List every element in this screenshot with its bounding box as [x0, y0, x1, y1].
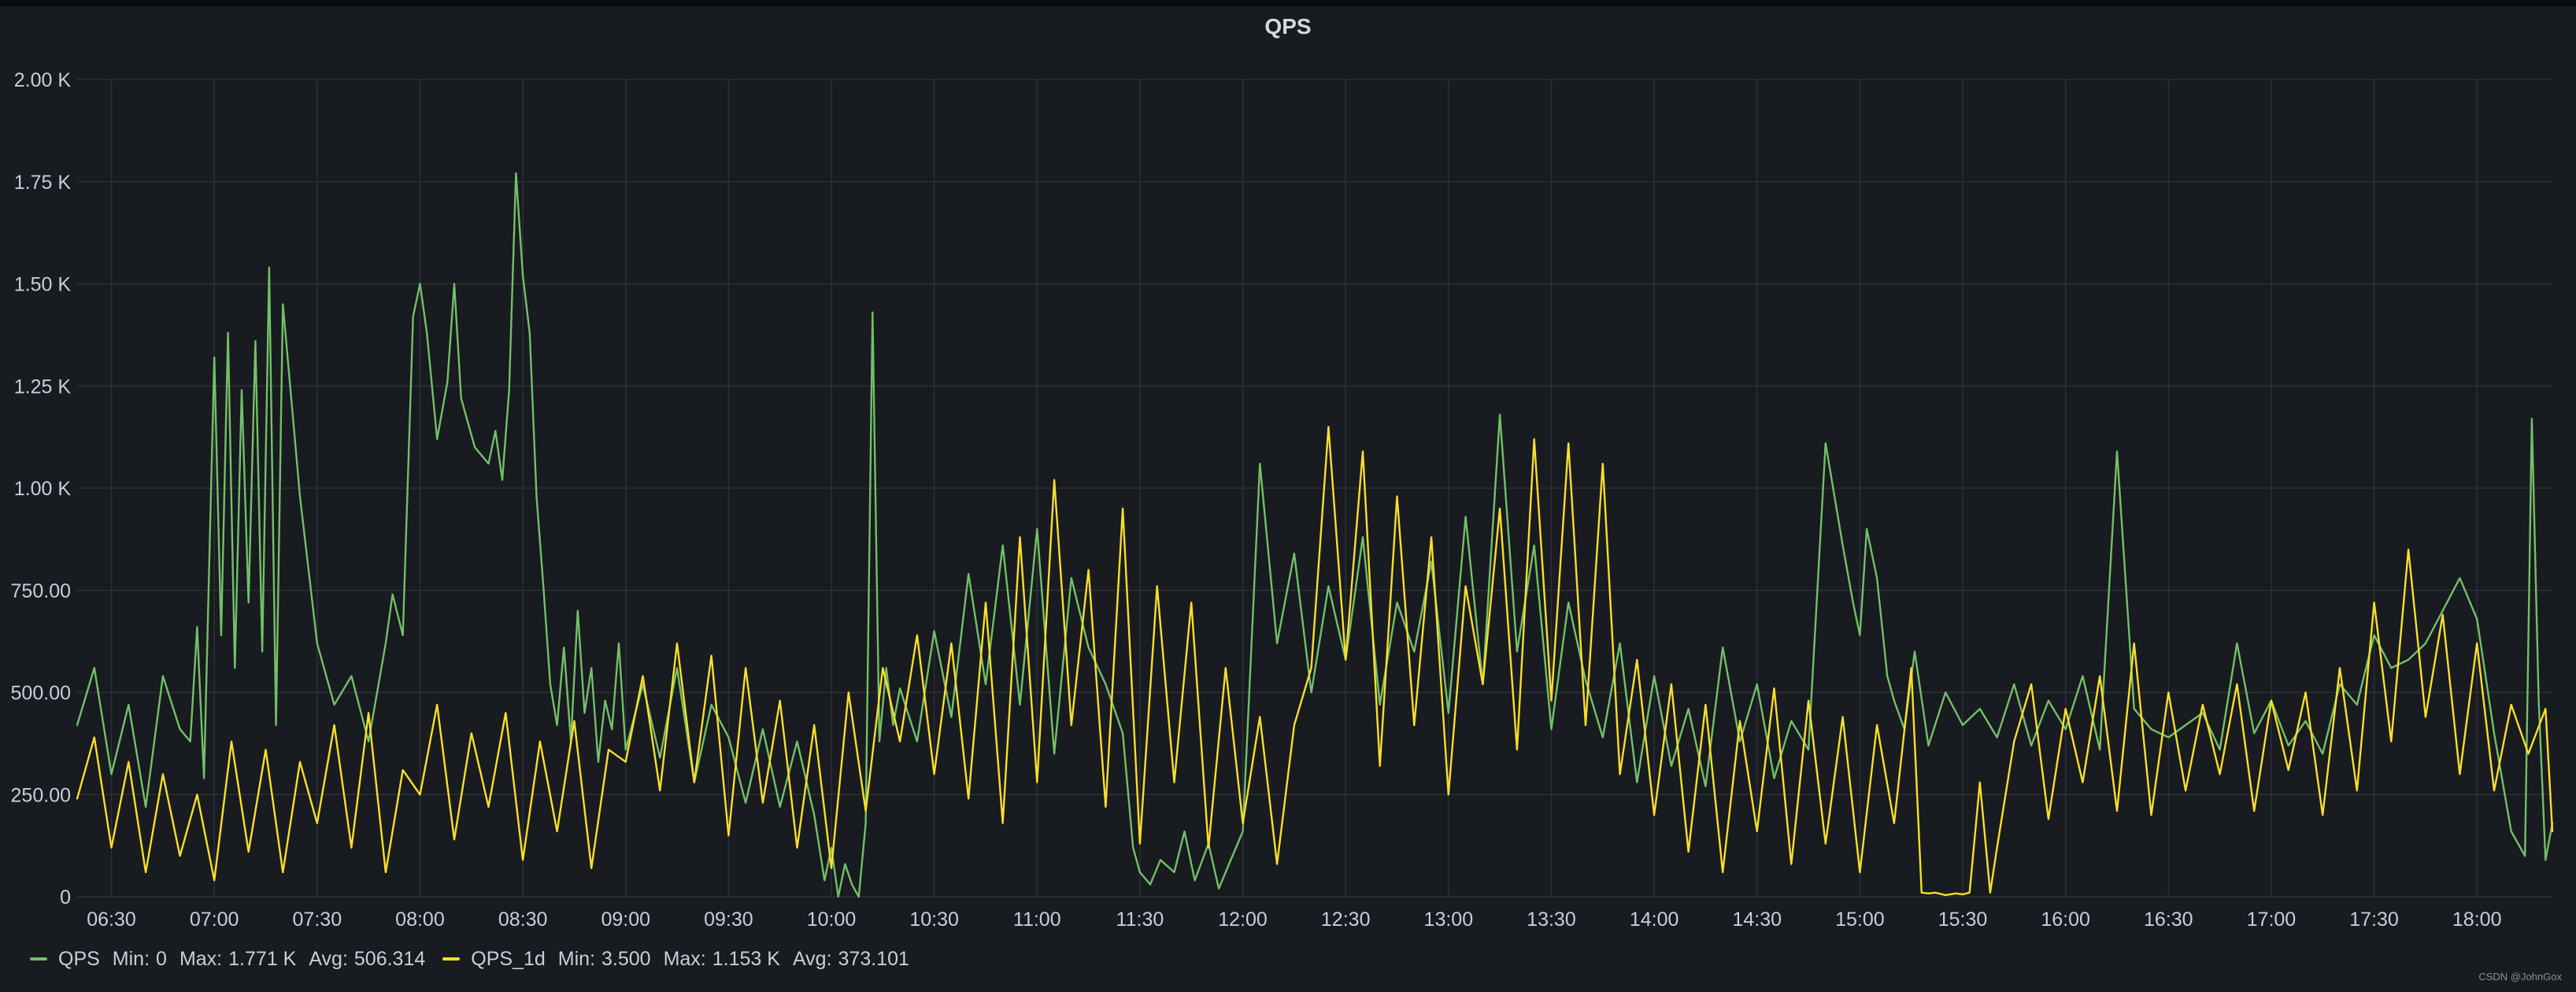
y-tick-label: 1.00 K: [14, 478, 72, 500]
y-tick-label: 0: [60, 887, 71, 909]
legend-min: Min: 3.500: [557, 947, 651, 970]
y-tick-label: 750.00: [11, 580, 71, 602]
y-tick-label: 1.25 K: [14, 376, 72, 398]
legend-swatch-qps-1d: [442, 957, 461, 961]
x-tick-label: 06:30: [87, 909, 136, 931]
legend-item-qps[interactable]: QPS Min: 0 Max: 1.771 K Avg: 506.314: [30, 948, 425, 971]
series-line-qps-1d: [76, 426, 2554, 897]
legend-max: Max: 1.153 K: [663, 947, 780, 970]
x-tick-label: 10:30: [909, 909, 959, 931]
legend-series-name[interactable]: QPS: [58, 948, 100, 971]
x-tick-label: 13:00: [1424, 909, 1474, 931]
legend-max: Max: 1.771 K: [179, 947, 297, 970]
x-tick-label: 16:30: [2144, 909, 2193, 931]
x-tick-label: 08:30: [498, 909, 548, 931]
x-tick-label: 08:00: [395, 909, 445, 931]
y-tick-label: 500.00: [11, 683, 71, 705]
x-tick-label: 14:30: [1732, 909, 1782, 931]
x-tick-label: 11:30: [1116, 909, 1164, 931]
y-tick-label: 1.75 K: [14, 172, 72, 194]
chart-panel: QPS 0 250.00 500.00 750.00 1.00 K 1.25 K 1.50 …: [0, 0, 2576, 992]
legend-min: Min: 0: [112, 947, 167, 970]
x-tick-label: 15:00: [1835, 909, 1885, 931]
x-tick-label: 07:00: [190, 909, 239, 931]
legend-swatch-qps: [30, 957, 47, 961]
legend: QPS Min: 0 Max: 1.771 K Avg: 506.314 QPS_1d…: [30, 945, 927, 973]
x-tick-label: 09:00: [601, 909, 650, 931]
y-tick-label: 250.00: [11, 784, 71, 806]
x-tick-label: 16:00: [2041, 909, 2090, 931]
x-tick-label: 07:30: [293, 909, 342, 931]
watermark: CSDN @JohnGox: [2478, 971, 2562, 983]
legend-avg: Avg: 373.101: [792, 947, 909, 970]
x-tick-label: 17:30: [2349, 909, 2399, 931]
y-tick-label: 1.50 K: [14, 274, 72, 296]
x-tick-label: 18:00: [2452, 909, 2502, 931]
y-tick-label: 2.00 K: [14, 69, 72, 91]
legend-avg: Avg: 506.314: [309, 947, 426, 970]
x-tick-label: 09:30: [704, 909, 753, 931]
x-tick-label: 11:00: [1013, 909, 1061, 931]
x-tick-label: 12:00: [1218, 909, 1268, 931]
x-tick-label: 13:30: [1527, 909, 1576, 931]
legend-item-qps-1d[interactable]: QPS_1d Min: 3.500 Max: 1.153 K Avg: 373.101: [442, 948, 909, 971]
x-tick-label: 12:30: [1321, 909, 1371, 931]
x-tick-label: 17:00: [2247, 909, 2297, 931]
x-tick-label: 15:30: [1938, 909, 1988, 931]
x-tick-label: 14:00: [1630, 909, 1679, 931]
x-tick-label: 10:00: [807, 909, 857, 931]
qps-line-chart[interactable]: 0 250.00 500.00 750.00 1.00 K 1.25 K 1.50 K 1.7…: [0, 0, 2576, 992]
legend-series-name[interactable]: QPS_1d: [471, 948, 546, 971]
